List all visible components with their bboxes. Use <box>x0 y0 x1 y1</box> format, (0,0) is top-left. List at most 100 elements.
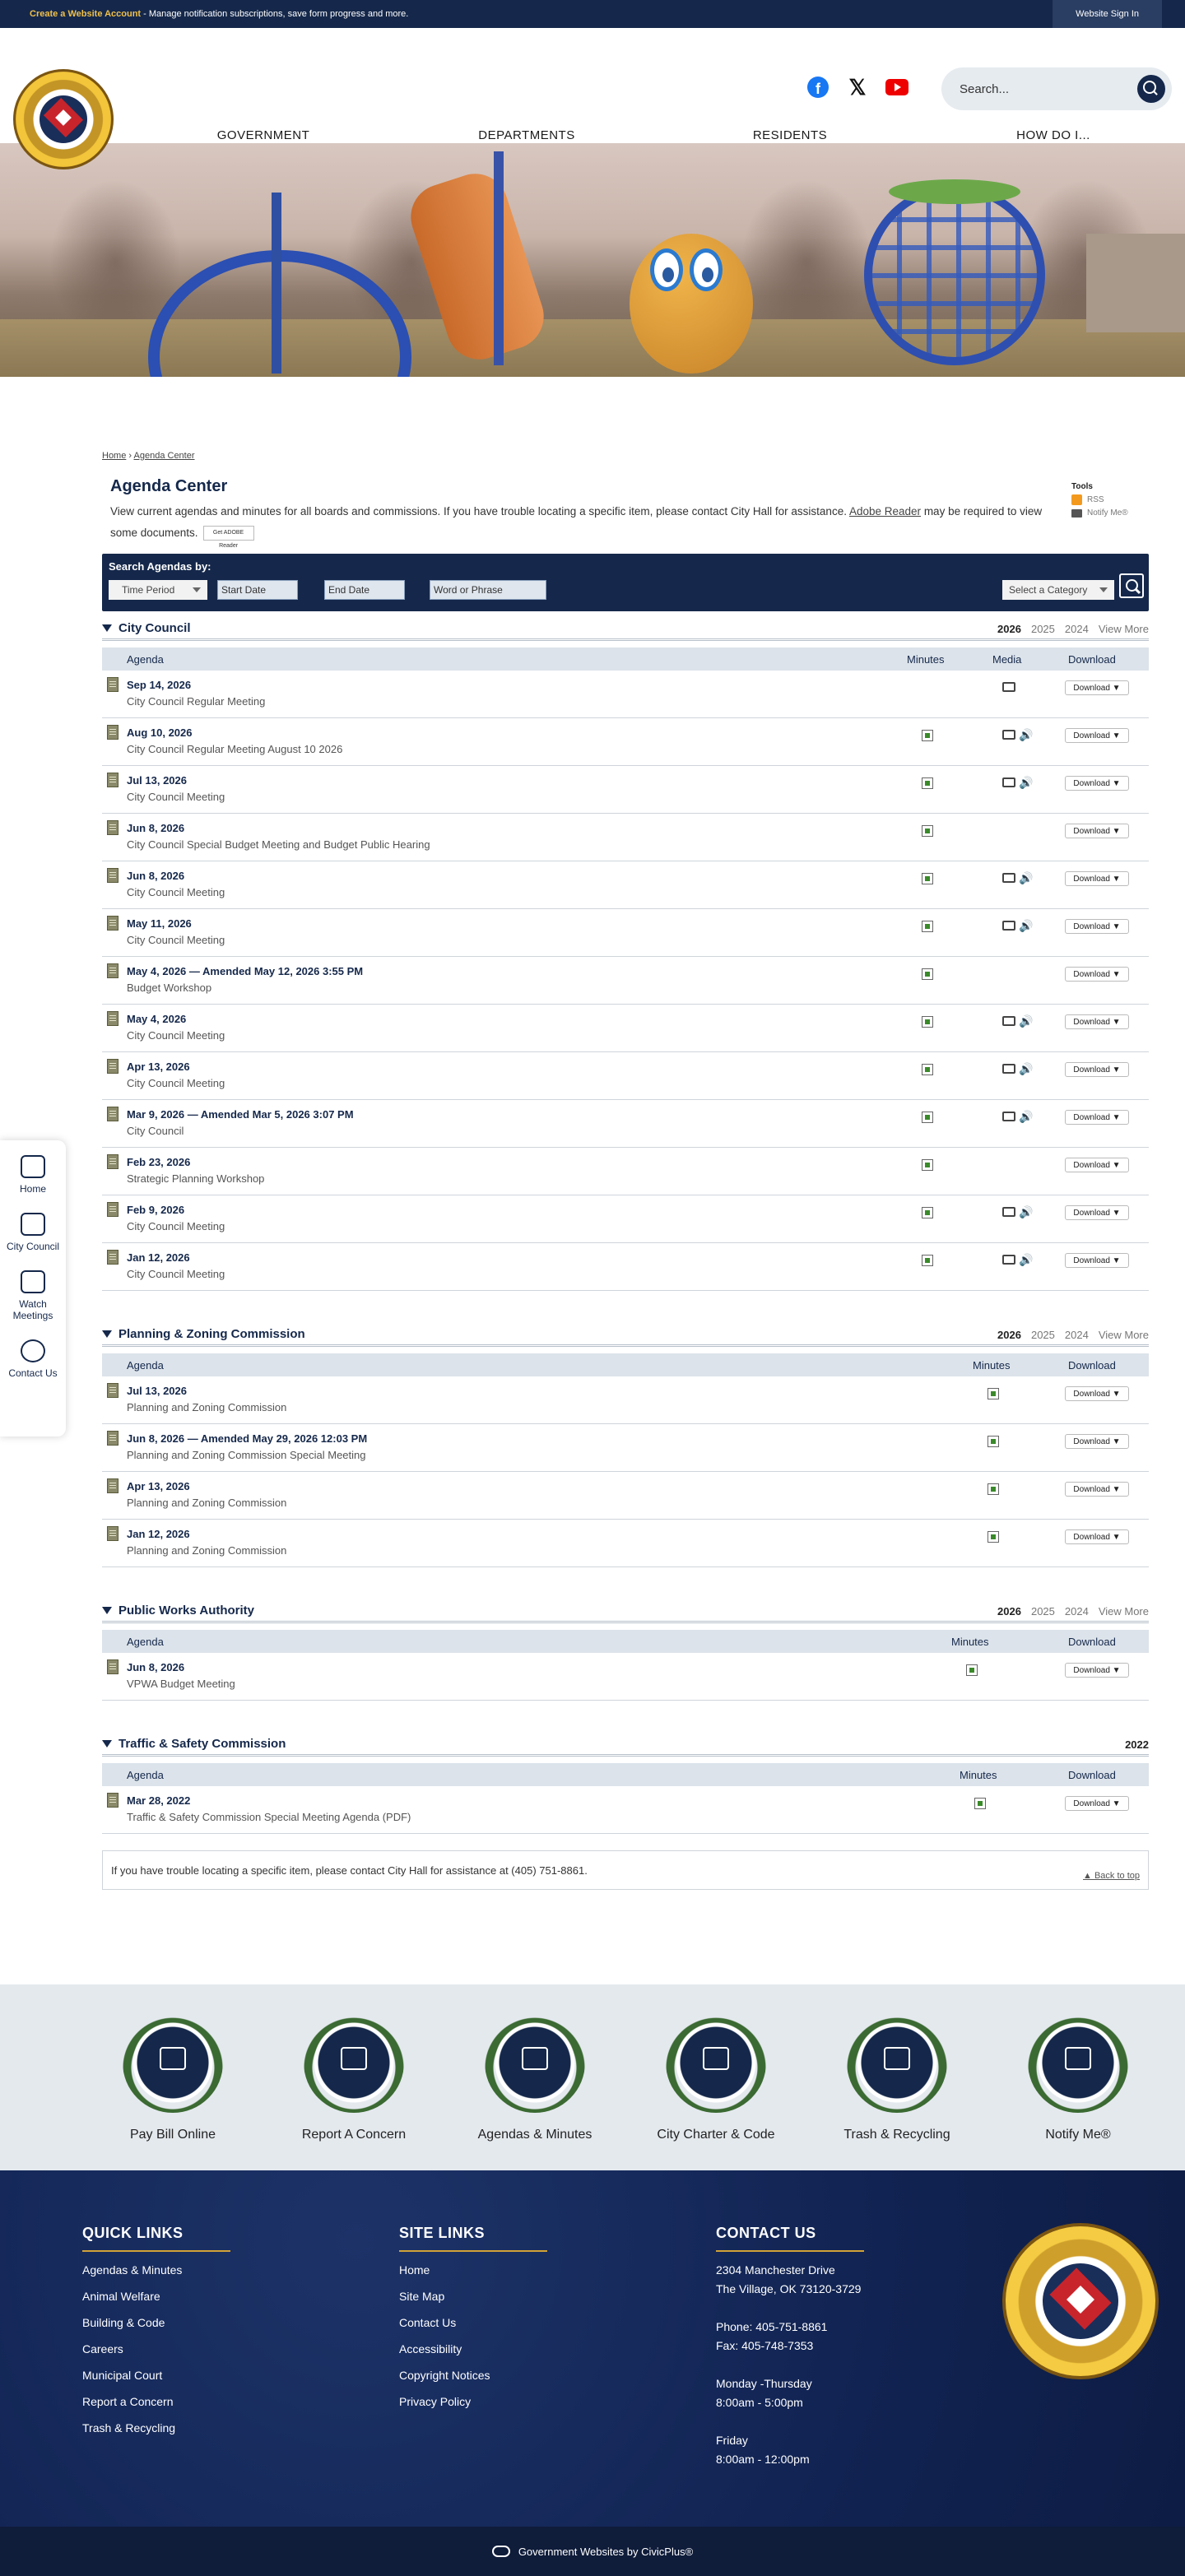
agenda-date-link[interactable]: Jun 8, 2026 — Amended May 29, 2026 12:03… <box>127 1432 367 1445</box>
download-button[interactable]: Download ▼ <box>1065 1062 1129 1077</box>
agenda-date-link[interactable]: Jul 13, 2026 <box>127 774 187 787</box>
service-trash[interactable]: Trash & Recycling <box>831 2012 963 2142</box>
category-select[interactable]: Select a Category <box>1002 580 1114 600</box>
sign-in-button[interactable]: Website Sign In <box>1053 0 1162 28</box>
section-toggle[interactable]: Public Works Authority <box>102 1604 254 1618</box>
facebook-icon[interactable]: f <box>806 76 830 99</box>
agenda-document-icon[interactable] <box>107 1202 118 1217</box>
agenda-document-icon[interactable] <box>107 725 118 740</box>
service-agendas[interactable]: Agendas & Minutes <box>469 2012 601 2142</box>
agenda-date-link[interactable]: May 11, 2026 <box>127 917 192 930</box>
minutes-icon[interactable] <box>988 1531 999 1543</box>
download-button[interactable]: Download ▼ <box>1065 1796 1129 1811</box>
agenda-date-link[interactable]: Jan 12, 2026 <box>127 1528 190 1540</box>
nav-departments[interactable]: DEPARTMENTS <box>395 128 658 152</box>
end-date-input[interactable]: End Date <box>324 580 405 600</box>
audio-icon[interactable]: 🔊 <box>1019 1205 1033 1219</box>
minutes-icon[interactable] <box>922 921 933 932</box>
minutes-icon[interactable] <box>966 1664 978 1676</box>
download-button[interactable]: Download ▼ <box>1065 824 1129 838</box>
download-button[interactable]: Download ▼ <box>1065 776 1129 791</box>
side-city-council[interactable]: City Council <box>4 1213 62 1252</box>
minutes-icon[interactable] <box>988 1436 999 1447</box>
video-icon[interactable] <box>1002 1064 1015 1074</box>
footer-link[interactable]: Building & Code <box>82 2315 230 2331</box>
agenda-document-icon[interactable] <box>107 820 118 835</box>
year-link[interactable]: 2025 <box>1031 1329 1055 1341</box>
nav-residents[interactable]: RESIDENTS <box>658 128 922 152</box>
audio-icon[interactable]: 🔊 <box>1019 1110 1033 1124</box>
minutes-icon[interactable] <box>922 825 933 837</box>
phone[interactable]: Phone: 405-751-8861 <box>716 2319 864 2335</box>
minutes-icon[interactable] <box>974 1798 986 1809</box>
video-icon[interactable] <box>1002 730 1015 740</box>
year-link[interactable]: 2026 <box>997 623 1021 635</box>
adobe-reader-badge[interactable]: Get ADOBE Reader <box>202 526 254 549</box>
view-more-link[interactable]: View More <box>1099 1329 1149 1341</box>
service-pay-bill[interactable]: Pay Bill Online <box>107 2012 239 2142</box>
year-link[interactable]: 2022 <box>1125 1738 1149 1751</box>
year-link[interactable]: 2024 <box>1065 623 1089 635</box>
agenda-date-link[interactable]: Jun 8, 2026 <box>127 870 184 882</box>
year-link[interactable]: 2024 <box>1065 1605 1089 1618</box>
city-seal-logo[interactable] <box>13 69 114 169</box>
year-link[interactable]: 2024 <box>1065 1329 1089 1341</box>
service-report-concern[interactable]: Report A Concern <box>288 2012 420 2142</box>
video-icon[interactable] <box>1002 1255 1015 1265</box>
search-icon[interactable] <box>1137 75 1165 103</box>
agenda-document-icon[interactable] <box>107 677 118 692</box>
footer-link[interactable]: Home <box>399 2263 547 2278</box>
audio-icon[interactable]: 🔊 <box>1019 776 1033 790</box>
audio-icon[interactable]: 🔊 <box>1019 871 1033 885</box>
download-button[interactable]: Download ▼ <box>1065 1663 1129 1678</box>
minutes-icon[interactable] <box>922 1207 933 1218</box>
footer-link[interactable]: Municipal Court <box>82 2368 230 2383</box>
minutes-icon[interactable] <box>922 1016 933 1028</box>
word-phrase-input[interactable]: Word or Phrase <box>430 580 546 600</box>
footer-city-seal[interactable] <box>1002 2223 1159 2379</box>
footer-link[interactable]: Copyright Notices <box>399 2368 547 2383</box>
footer-link[interactable]: Careers <box>82 2342 230 2357</box>
audio-icon[interactable]: 🔊 <box>1019 728 1033 742</box>
agenda-document-icon[interactable] <box>107 1250 118 1265</box>
video-icon[interactable] <box>1002 873 1015 883</box>
download-button[interactable]: Download ▼ <box>1065 1253 1129 1268</box>
agenda-document-icon[interactable] <box>107 916 118 931</box>
view-more-link[interactable]: View More <box>1099 1605 1149 1618</box>
nav-government[interactable]: GOVERNMENT <box>132 128 395 152</box>
agenda-date-link[interactable]: May 4, 2026 — Amended May 12, 2026 3:55 … <box>127 965 363 977</box>
agenda-document-icon[interactable] <box>107 1478 118 1493</box>
year-link[interactable]: 2026 <box>997 1329 1021 1341</box>
agenda-date-link[interactable]: Mar 9, 2026 — Amended Mar 5, 2026 3:07 P… <box>127 1108 354 1121</box>
agenda-date-link[interactable]: Feb 9, 2026 <box>127 1204 184 1216</box>
agenda-document-icon[interactable] <box>107 1659 118 1674</box>
side-watch-meetings[interactable]: Watch Meetings <box>4 1270 62 1321</box>
section-toggle[interactable]: Traffic & Safety Commission <box>102 1737 286 1751</box>
footer-link[interactable]: Animal Welfare <box>82 2289 230 2304</box>
agenda-document-icon[interactable] <box>107 868 118 883</box>
minutes-icon[interactable] <box>922 1255 933 1266</box>
view-more-link[interactable]: View More <box>1099 623 1149 635</box>
notify-me-link[interactable]: Notify Me® <box>1071 508 1128 518</box>
x-icon[interactable]: 𝕏 <box>846 75 869 100</box>
site-search-input[interactable]: Search... <box>941 67 1172 110</box>
agenda-date-link[interactable]: Mar 28, 2022 <box>127 1794 190 1807</box>
agenda-date-link[interactable]: Aug 10, 2026 <box>127 726 193 739</box>
agenda-document-icon[interactable] <box>107 1107 118 1121</box>
audio-icon[interactable]: 🔊 <box>1019 1062 1033 1076</box>
download-button[interactable]: Download ▼ <box>1065 1158 1129 1172</box>
download-button[interactable]: Download ▼ <box>1065 728 1129 743</box>
agenda-date-link[interactable]: Jun 8, 2026 <box>127 1661 184 1673</box>
video-icon[interactable] <box>1002 1207 1015 1217</box>
footer-link[interactable]: Agendas & Minutes <box>82 2263 230 2278</box>
agenda-document-icon[interactable] <box>107 1154 118 1169</box>
minutes-icon[interactable] <box>922 730 933 741</box>
agenda-date-link[interactable]: Apr 13, 2026 <box>127 1061 190 1073</box>
footer-link[interactable]: Privacy Policy <box>399 2394 547 2410</box>
footer-link[interactable]: Site Map <box>399 2289 547 2304</box>
section-toggle[interactable]: Planning & Zoning Commission <box>102 1327 305 1341</box>
agenda-date-link[interactable]: Jul 13, 2026 <box>127 1385 187 1397</box>
agenda-document-icon[interactable] <box>107 1383 118 1398</box>
download-button[interactable]: Download ▼ <box>1065 1205 1129 1220</box>
civicplus-credit[interactable]: Government Websites by CivicPlus® <box>518 2546 693 2558</box>
